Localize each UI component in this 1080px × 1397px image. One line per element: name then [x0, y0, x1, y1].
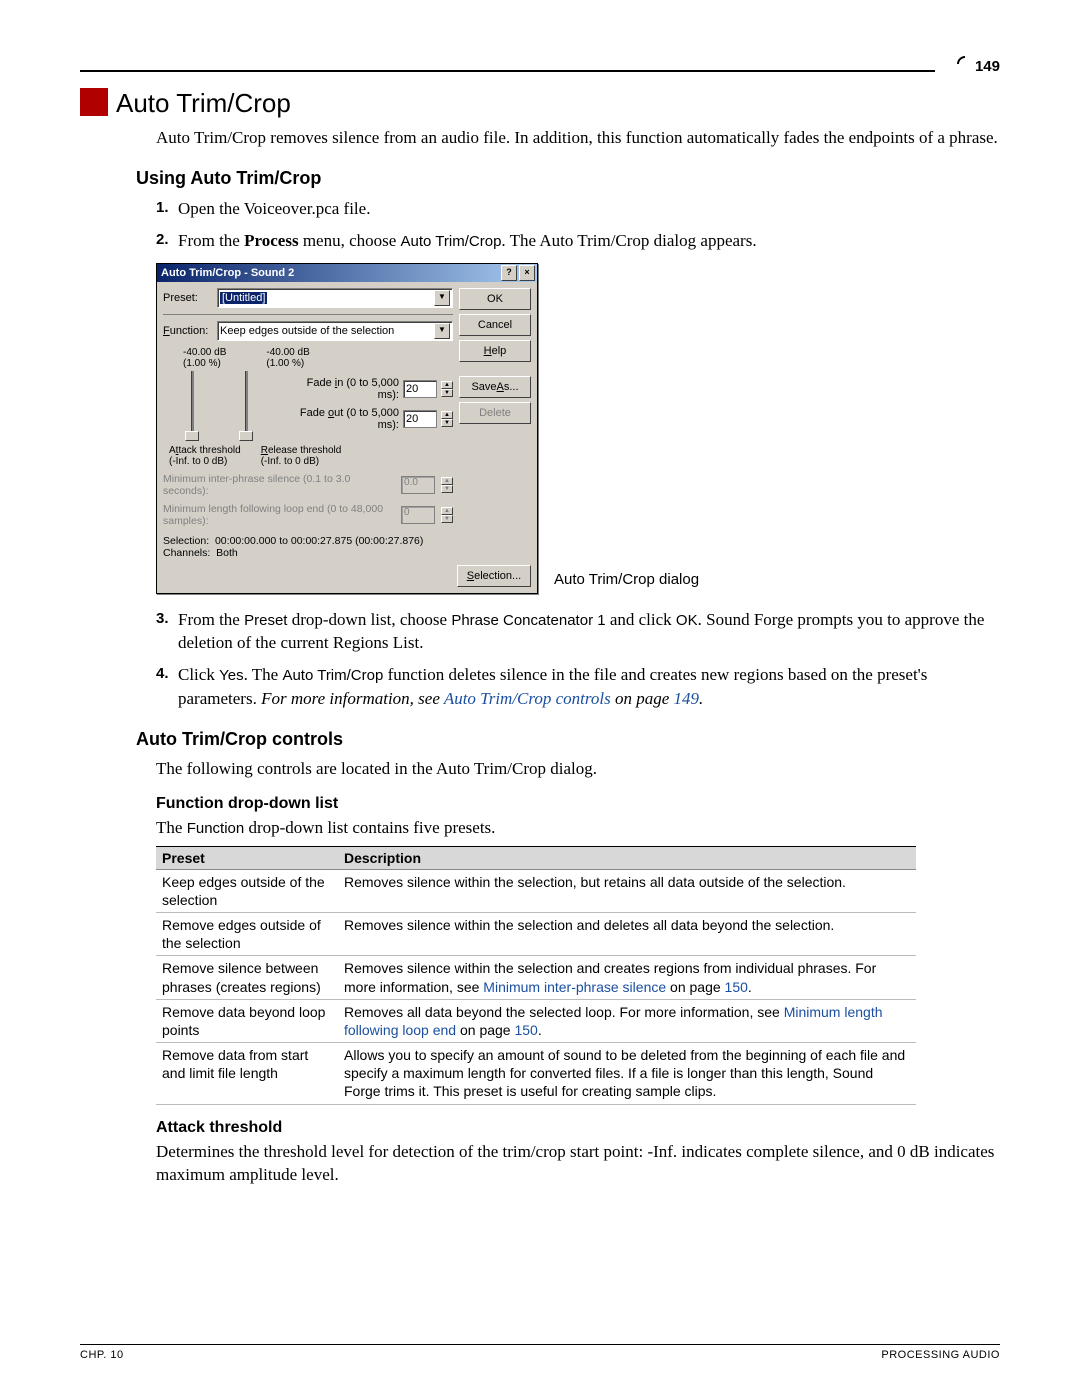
using-heading: Using Auto Trim/Crop	[136, 168, 1000, 189]
attack-threshold-label: Attack threshold(-Inf. to 0 dB)	[169, 445, 241, 467]
dialog-caption: Auto Trim/Crop dialog	[554, 571, 699, 588]
table-row: Remove edges outside of the selection Re…	[156, 912, 916, 955]
table-header-description: Description	[338, 846, 916, 869]
steps-list-cont: 3. From the Preset drop-down list, choos…	[156, 608, 1000, 711]
fade-in-label: Fade in (0 to 5,000 ms):	[283, 377, 399, 401]
section-marker-icon	[80, 88, 108, 116]
preset-label: Preset:	[163, 292, 213, 304]
table-row: Remove data from start and limit file le…	[156, 1043, 916, 1105]
fade-in-spinner[interactable]: ▲▼	[441, 381, 453, 397]
function-dropdown-intro: The Function drop-down list contains fiv…	[156, 817, 1000, 840]
step-3: 3. From the Preset drop-down list, choos…	[156, 608, 1000, 656]
crossref-page-link[interactable]: 149	[674, 689, 700, 708]
preset-value: [Untitled]	[220, 292, 267, 304]
selection-button[interactable]: Selection...	[457, 565, 531, 587]
attack-threshold-body: Determines the threshold level for detec…	[156, 1141, 1000, 1187]
footer-chapter: CHP. 10	[80, 1349, 124, 1361]
dialog-title: Auto Trim/Crop - Sound 2	[161, 267, 294, 279]
table-header-preset: Preset	[156, 846, 338, 869]
fade-out-label: Fade out (0 to 5,000 ms):	[283, 407, 399, 431]
step-1: 1. Open the Voiceover.pca file.	[156, 197, 1000, 221]
step-4: 4. Click Yes. The Auto Trim/Crop functio…	[156, 663, 1000, 711]
help-button[interactable]: Help	[459, 340, 531, 362]
fade-out-input[interactable]	[403, 410, 437, 428]
attack-db-readout: -40.00 dB(1.00 %)	[183, 347, 226, 369]
table-row: Keep edges outside of the selection Remo…	[156, 869, 916, 912]
min-loop-row: Minimum length following loop end (0 to …	[163, 503, 453, 527]
crossref-link[interactable]: Auto Trim/Crop controls	[444, 689, 611, 708]
auto-trim-crop-dialog: Auto Trim/Crop - Sound 2 ? × Preset: [Un…	[156, 263, 538, 594]
cancel-button[interactable]: Cancel	[459, 314, 531, 336]
help-titlebar-icon[interactable]: ?	[501, 265, 517, 281]
delete-button: Delete	[459, 402, 531, 424]
function-combo[interactable]: Keep edges outside of the selection ▼	[217, 321, 453, 341]
release-db-readout: -40.00 dB(1.00 %)	[266, 347, 309, 369]
close-icon[interactable]: ×	[519, 265, 535, 281]
table-row: Remove data beyond loop points Removes a…	[156, 999, 916, 1042]
preset-table: Preset Description Keep edges outside of…	[156, 846, 916, 1105]
section-title: Auto Trim/Crop	[116, 88, 1000, 119]
preset-combo[interactable]: [Untitled] ▼	[217, 288, 453, 308]
dialog-titlebar[interactable]: Auto Trim/Crop - Sound 2 ? ×	[157, 264, 537, 282]
top-rule	[80, 70, 1000, 72]
release-threshold-label: Release threshold(-Inf. to 0 dB)	[261, 445, 342, 467]
chevron-down-icon[interactable]: ▼	[434, 323, 450, 339]
min-interphrase-row: Minimum inter-phrase silence (0.1 to 3.0…	[163, 473, 453, 497]
controls-heading: Auto Trim/Crop controls	[136, 729, 1000, 750]
step-2: 2. From the Process menu, choose Auto Tr…	[156, 229, 1000, 253]
controls-intro: The following controls are located in th…	[156, 758, 1000, 781]
steps-list: 1. Open the Voiceover.pca file. 2. From …	[156, 197, 1000, 253]
chevron-down-icon[interactable]: ▼	[434, 290, 450, 306]
function-value: Keep edges outside of the selection	[220, 325, 394, 337]
fade-out-spinner[interactable]: ▲▼	[441, 411, 453, 427]
footer-section: PROCESSING AUDIO	[881, 1349, 1000, 1361]
save-as-button[interactable]: Save As...	[459, 376, 531, 398]
table-row: Remove silence between phrases (creates …	[156, 956, 916, 999]
intro-text: Auto Trim/Crop removes silence from an a…	[156, 127, 1000, 150]
fade-in-input[interactable]	[403, 380, 437, 398]
function-label: Function:	[163, 325, 213, 337]
page-number: 149	[935, 56, 1000, 75]
crossref-page-link[interactable]: 150	[725, 979, 748, 995]
attack-threshold-slider[interactable]	[185, 371, 199, 441]
crossref-link[interactable]: Minimum inter-phrase silence	[483, 979, 666, 995]
release-threshold-slider[interactable]	[239, 371, 253, 441]
crossref-page-link[interactable]: 150	[514, 1022, 537, 1038]
ok-button[interactable]: OK	[459, 288, 531, 310]
selection-info: Selection: 00:00:00.000 to 00:00:27.875 …	[163, 535, 453, 559]
page-footer: CHP. 10 PROCESSING AUDIO	[80, 1344, 1000, 1361]
function-dropdown-heading: Function drop-down list	[156, 795, 1000, 813]
attack-threshold-heading: Attack threshold	[156, 1119, 1000, 1137]
